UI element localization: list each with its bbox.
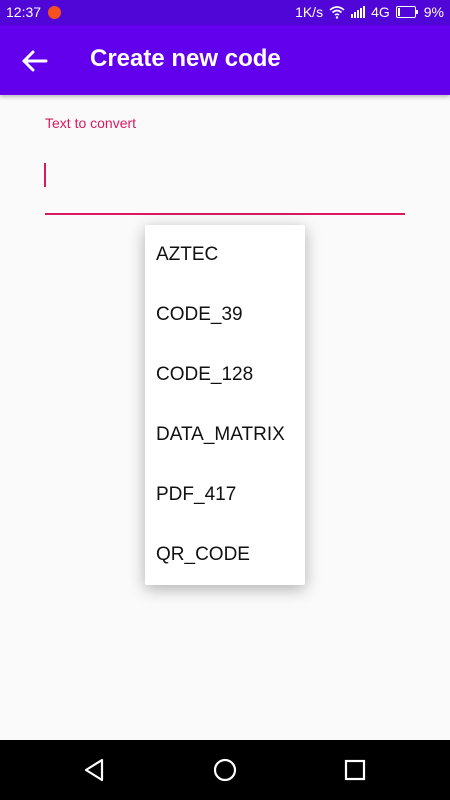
network-speed: 1K/s <box>295 4 324 20</box>
text-field-label: Text to convert <box>45 115 137 131</box>
menu-option-aztec[interactable]: AZTEC <box>145 225 305 285</box>
app-bar: Create new code <box>0 25 450 95</box>
text-cursor <box>44 163 46 187</box>
arrow-back-icon[interactable] <box>18 46 52 76</box>
menu-option-code-39[interactable]: CODE_39 <box>145 285 305 345</box>
network-type: 4G <box>371 4 390 20</box>
page-title: Create new code <box>90 45 281 72</box>
back-triangle-icon[interactable] <box>82 757 108 783</box>
status-time: 12:37 <box>6 4 42 20</box>
code-type-dropdown-menu: AZTEC CODE_39 CODE_128 DATA_MATRIX PDF_4… <box>145 225 305 585</box>
menu-option-qr-code[interactable]: QR_CODE <box>145 525 305 585</box>
navigation-bar <box>0 740 450 800</box>
status-indicators: 1K/s 4G 9% <box>295 4 444 20</box>
menu-option-data-matrix[interactable]: DATA_MATRIX <box>145 405 305 465</box>
menu-option-code-128[interactable]: CODE_128 <box>145 345 305 405</box>
input-underline <box>45 213 405 215</box>
wifi-icon <box>329 5 345 19</box>
battery-icon <box>395 6 418 18</box>
menu-option-pdf-417[interactable]: PDF_417 <box>145 465 305 525</box>
status-bar: 12:37 1K/s 4G 9% <box>0 0 450 25</box>
battery-level: 9% <box>423 4 444 20</box>
recents-square-icon[interactable] <box>342 757 368 783</box>
signal-icon <box>351 6 366 18</box>
text-to-convert-input[interactable] <box>45 152 409 214</box>
notification-icon <box>48 6 61 19</box>
home-circle-icon[interactable] <box>212 757 238 783</box>
